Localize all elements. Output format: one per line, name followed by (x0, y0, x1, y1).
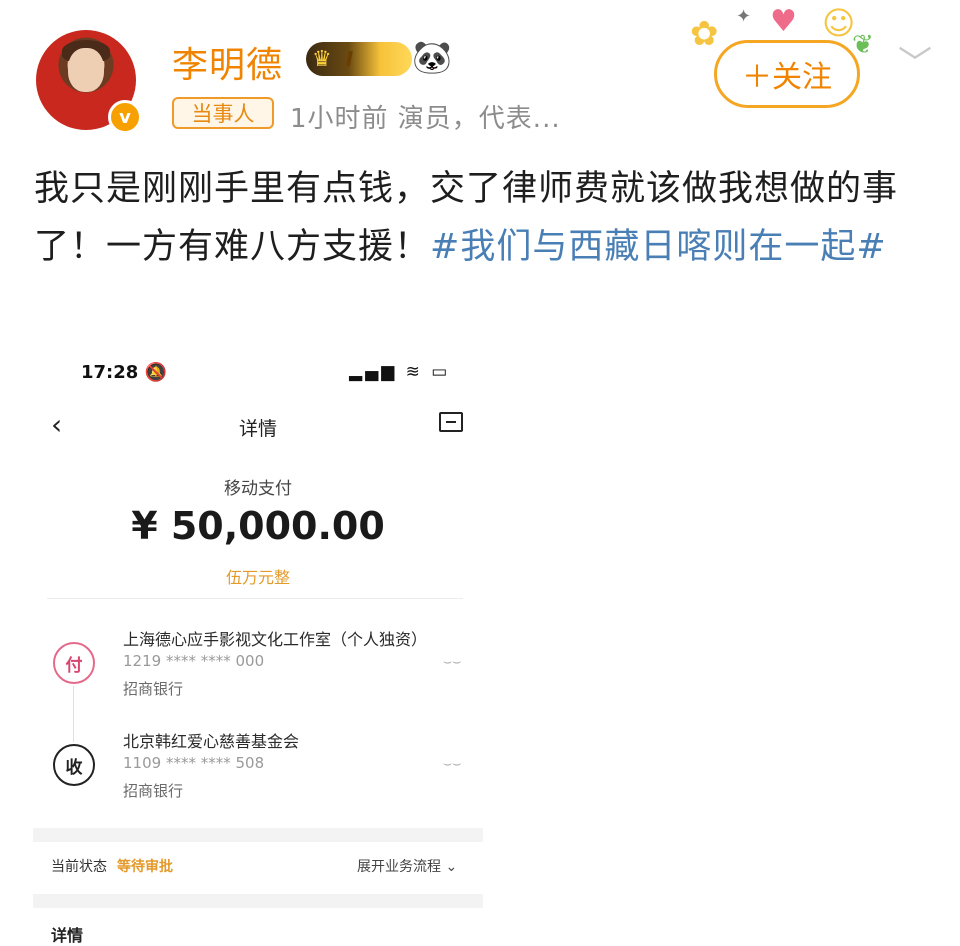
eye-closed-icon[interactable]: ⌣⌣ (443, 756, 461, 772)
sparkle-icon: ✦ (736, 6, 752, 27)
details-heading: 详情 (51, 926, 84, 945)
username[interactable]: 李明德 (172, 36, 283, 88)
payee-name: 北京韩红爱心慈善基金会 (123, 732, 300, 751)
follow-button[interactable]: ＋关注 (714, 40, 860, 108)
leaf-sticker-icon: ❦ (852, 30, 874, 60)
amount: ¥ 50,000.00 (131, 504, 385, 548)
section-separator (33, 894, 483, 908)
status-bar-time: 17:28 🔕 (81, 362, 167, 383)
hashtag-link[interactable]: #我们与西藏日喀则在一起# (430, 227, 887, 267)
v-badge-icon: v (108, 100, 142, 134)
crown-icon: ♛ (312, 46, 332, 72)
mute-bell-icon: 🔕 (144, 362, 167, 383)
post-meta: 1小时前 演员，代表... (290, 104, 561, 134)
pay-type: 移动支付 (224, 479, 292, 499)
member-level-badge[interactable]: ♛ I (306, 42, 412, 76)
status-bar-icons: ▂▄▆ ≋ ▭ (349, 362, 451, 382)
payer-name: 上海德心应手影视文化工作室（个人独资） (123, 630, 428, 649)
payer-bank: 招商银行 (123, 680, 184, 698)
payer-account: 1219 **** **** 000 (123, 652, 265, 670)
post-text: 我只是刚刚手里有点钱，交了律师费就该做我想做的事了！一方有难八方支援！#我们与西… (34, 160, 914, 276)
status-label: 当前状态 (51, 859, 107, 875)
level-label: I (345, 47, 354, 71)
flower-sticker-icon: ✿ (690, 14, 719, 54)
heart-sticker-icon: ♥ (770, 4, 797, 39)
smiley-sticker-icon: ☺ (822, 4, 856, 42)
payee-badge: 收 (53, 744, 95, 786)
payer-badge: 付 (53, 642, 95, 684)
amount-in-words: 伍万元整 (225, 568, 290, 587)
avatar[interactable]: v (36, 30, 142, 134)
panda-icon: 🐼 (412, 38, 452, 76)
chevron-down-icon[interactable]: ﹀ (898, 36, 932, 85)
avatar-face (68, 48, 104, 92)
eye-closed-icon[interactable]: ⌣⌣ (443, 654, 461, 670)
payee-account: 1109 **** **** 508 (123, 754, 265, 772)
payment-screenshot[interactable]: 17:28 🔕 ▂▄▆ ≋ ▭ ‹ 详情 移动支付 ¥ 50,000.00 伍万… (33, 346, 483, 946)
tag-badge: 当事人 (172, 97, 274, 129)
divider (47, 598, 463, 599)
page-title: 详情 (238, 418, 277, 440)
message-icon[interactable] (439, 412, 463, 432)
payee-bank: 招商银行 (123, 782, 184, 800)
expand-process-link[interactable]: 展开业务流程 ⌄ (357, 856, 457, 876)
section-separator (33, 828, 483, 842)
connector-line (73, 686, 74, 742)
status-value: 等待审批 (117, 859, 173, 875)
